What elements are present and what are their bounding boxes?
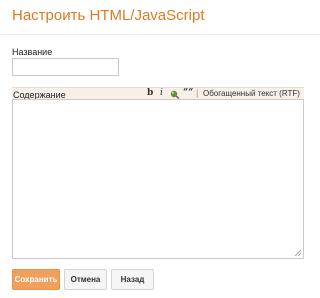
back-button[interactable]: Назад (111, 269, 154, 290)
title-divider (0, 34, 320, 35)
quote-button[interactable]: ““ (183, 88, 193, 99)
link-icon[interactable] (170, 89, 180, 99)
italic-button[interactable]: i (160, 88, 163, 99)
bold-button[interactable]: b (147, 88, 153, 99)
save-button[interactable]: Сохранить (12, 269, 60, 290)
toolbar-divider: | (196, 88, 199, 98)
content-textarea[interactable] (12, 99, 304, 259)
name-input[interactable] (12, 58, 119, 76)
name-label: Название (12, 47, 53, 57)
content-toolbar: Содержание b i ““ | Обогащенный текст (R… (12, 87, 304, 100)
resize-grip-icon[interactable] (294, 249, 301, 256)
dialog-title: Настроить HTML/JavaScript (12, 7, 205, 24)
rtf-toggle-link[interactable]: Обогащенный текст (RTF) (203, 88, 300, 99)
cancel-button[interactable]: Отмена (64, 269, 107, 290)
